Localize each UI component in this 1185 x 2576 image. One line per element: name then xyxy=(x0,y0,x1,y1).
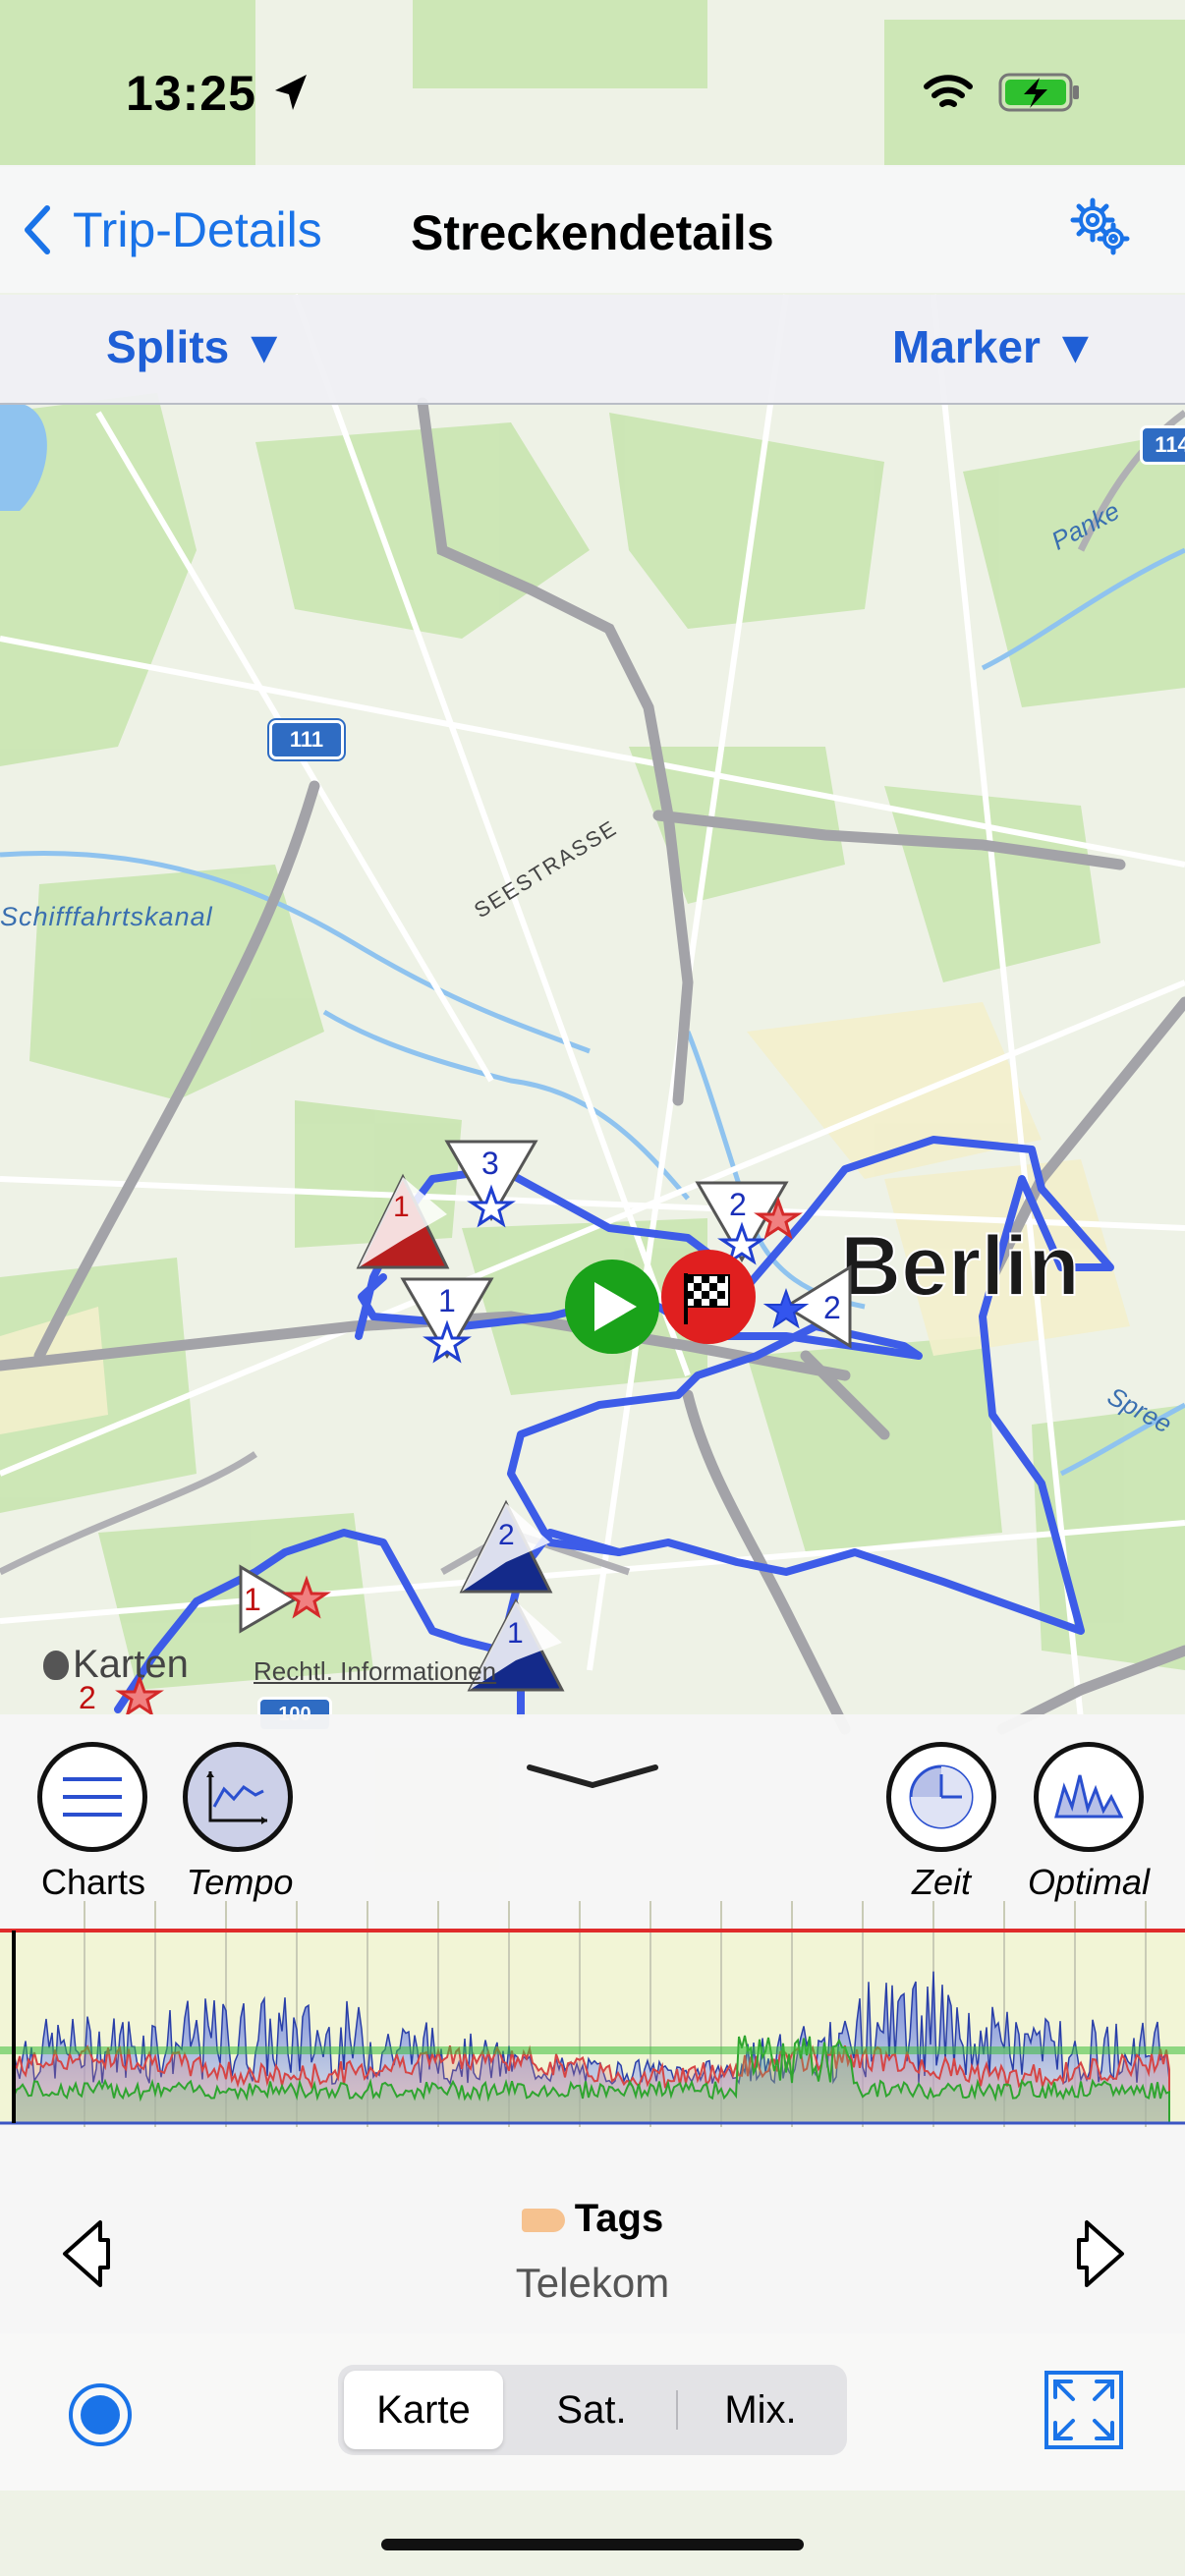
marker-number: 1 xyxy=(244,1582,261,1617)
segment-karte[interactable]: Karte xyxy=(344,2365,503,2455)
tags-heading: Tags xyxy=(0,2197,1185,2241)
chevron-left-icon xyxy=(25,205,50,254)
legal-info-link[interactable]: Rechtl. Informationen xyxy=(254,1656,496,1687)
segment-satellite[interactable]: Sat. xyxy=(509,2365,674,2455)
status-time: 13:25 xyxy=(126,66,256,121)
battery-charging-icon xyxy=(998,73,1079,112)
marker-number: 1 xyxy=(507,1617,524,1650)
star-marker xyxy=(282,1575,331,1619)
status-bar: 13:25 xyxy=(0,0,1185,167)
splits-marker-bar: Splits ▼ Marker ▼ xyxy=(0,295,1185,405)
tempo-button[interactable] xyxy=(183,1742,293,1852)
marker-dropdown[interactable]: Marker ▼ xyxy=(892,320,1098,373)
marker-number: 3 xyxy=(481,1146,499,1181)
splits-dropdown[interactable]: Splits ▼ xyxy=(106,320,287,373)
page-title: Streckendetails xyxy=(411,205,774,260)
waveform-icon xyxy=(1054,1774,1123,1819)
location-arrow-icon xyxy=(275,75,307,110)
back-button[interactable]: Trip-Details xyxy=(22,200,322,259)
segment-mix[interactable]: Mix. xyxy=(678,2365,843,2455)
star-marker xyxy=(762,1288,810,1329)
marker-number: 2 xyxy=(498,1519,515,1551)
tags-value: Telekom xyxy=(515,2260,670,2306)
tempo-button-label: Tempo xyxy=(186,1862,294,1902)
wifi-icon xyxy=(924,75,973,107)
maps-attribution: Karten xyxy=(43,1643,189,1687)
marker-number: 2 xyxy=(823,1290,841,1325)
list-lines-icon xyxy=(63,1777,122,1817)
optimal-button[interactable] xyxy=(1034,1742,1144,1852)
collapse-handle-icon[interactable] xyxy=(526,1764,659,1791)
tag-icon xyxy=(521,2209,565,2233)
marker-number: 1 xyxy=(393,1191,410,1223)
back-button-label: Trip-Details xyxy=(73,202,322,257)
fullscreen-icon[interactable] xyxy=(1044,2370,1124,2450)
location-button-icon[interactable] xyxy=(65,2380,136,2450)
charts-button[interactable] xyxy=(37,1742,147,1852)
gear-icon[interactable] xyxy=(1069,196,1130,257)
apple-logo-icon xyxy=(43,1650,69,1680)
home-indicator xyxy=(381,2539,804,2550)
navigation-bar: Trip-Details Streckendetails xyxy=(0,165,1185,293)
marker-number: 2 xyxy=(729,1187,747,1222)
chart-average-band xyxy=(0,2046,1185,2054)
optimal-button-label: Optimal xyxy=(1027,1862,1151,1902)
clock-icon xyxy=(909,1764,974,1829)
zeit-button[interactable] xyxy=(886,1742,996,1852)
line-chart-icon xyxy=(206,1771,267,1824)
map-type-segmented-control: Karte Sat. Mix. xyxy=(338,2365,847,2455)
marker-number: 1 xyxy=(438,1283,456,1318)
tempo-chart[interactable] xyxy=(0,1901,1185,2196)
